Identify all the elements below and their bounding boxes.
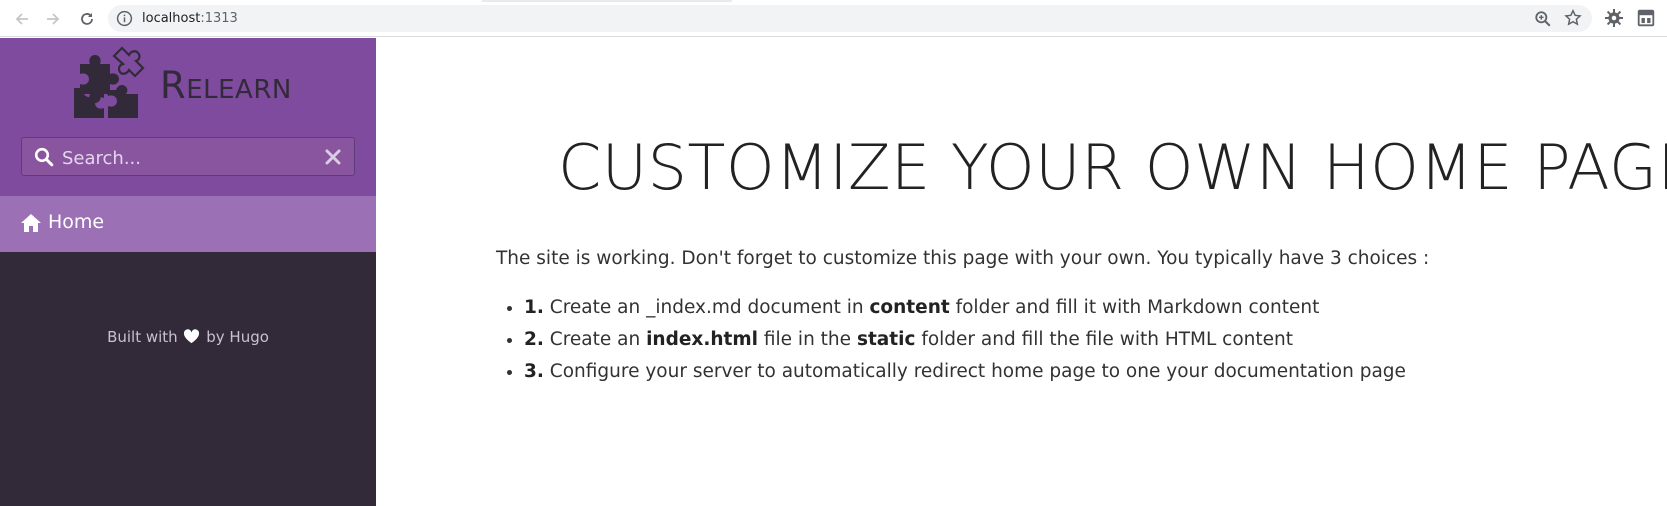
- choice-bold: index.html: [646, 329, 758, 350]
- choice-text: Configure your server to automatically r…: [549, 361, 1406, 382]
- choice-text: folder and fill the file with HTML conte…: [915, 329, 1294, 350]
- list-item: 3. Configure your server to automaticall…: [524, 360, 1406, 392]
- choice-text: Create an: [549, 329, 647, 350]
- extension-icon[interactable]: [1605, 9, 1623, 27]
- list-item: 1. Create an _index.md document in conte…: [524, 296, 1406, 328]
- star-icon[interactable]: [1564, 9, 1582, 27]
- choice-number: 2.: [524, 329, 544, 350]
- zoom-icon[interactable]: [1534, 10, 1552, 28]
- heart-icon: [184, 329, 200, 344]
- reload-icon[interactable]: [76, 8, 98, 30]
- choice-bold: static: [856, 329, 916, 350]
- intro-text: The site is working. Don't forget to cus…: [496, 248, 1430, 269]
- forward-icon[interactable]: [42, 8, 64, 30]
- tab-strip: [482, 0, 732, 2]
- puzzle-logo-icon: [74, 46, 145, 118]
- footer-credit: Built with by Hugo: [0, 328, 376, 346]
- info-icon[interactable]: [116, 10, 133, 27]
- list-item: 2. Create an index.html file in the stat…: [524, 328, 1406, 360]
- choice-number: 1.: [524, 297, 544, 318]
- home-icon: [21, 214, 41, 232]
- url-port: :1313: [200, 11, 238, 26]
- sidebar: Relearn Home Built with by Hugo: [0, 38, 376, 506]
- search-icon: [34, 147, 54, 167]
- url-host: localhost: [142, 11, 201, 26]
- logo-text: Relearn: [160, 64, 292, 107]
- footer-text-after[interactable]: by Hugo: [206, 328, 269, 346]
- choice-text: Create an _index.md document in: [549, 297, 870, 318]
- choice-text: folder and fill it with Markdown content: [949, 297, 1320, 318]
- back-icon[interactable]: [11, 8, 33, 30]
- search-input[interactable]: [60, 144, 314, 172]
- footer-text-before: Built with: [107, 328, 178, 346]
- page-title: CUSTOMIZE YOUR OWN HOME PAGE: [558, 131, 1667, 204]
- choice-number: 3.: [524, 361, 544, 382]
- browser-toolbar: localhost:1313: [0, 0, 1667, 37]
- logo[interactable]: Relearn: [72, 44, 312, 124]
- sidebar-item-home[interactable]: Home: [0, 196, 376, 252]
- address-bar[interactable]: localhost:1313: [108, 5, 1592, 32]
- extension-icon[interactable]: [1637, 9, 1655, 27]
- sidebar-header: Relearn: [0, 38, 376, 196]
- choice-bold: content: [869, 297, 950, 318]
- search-box[interactable]: [21, 137, 355, 176]
- choices-list: 1. Create an _index.md document in conte…: [494, 296, 1406, 392]
- main-content: CUSTOMIZE YOUR OWN HOME PAGE The site is…: [376, 38, 1667, 506]
- clear-search-icon[interactable]: [324, 148, 342, 166]
- url-text[interactable]: localhost:1313: [142, 10, 238, 27]
- sidebar-item-label: Home: [48, 211, 105, 233]
- choice-text: file in the: [758, 329, 857, 350]
